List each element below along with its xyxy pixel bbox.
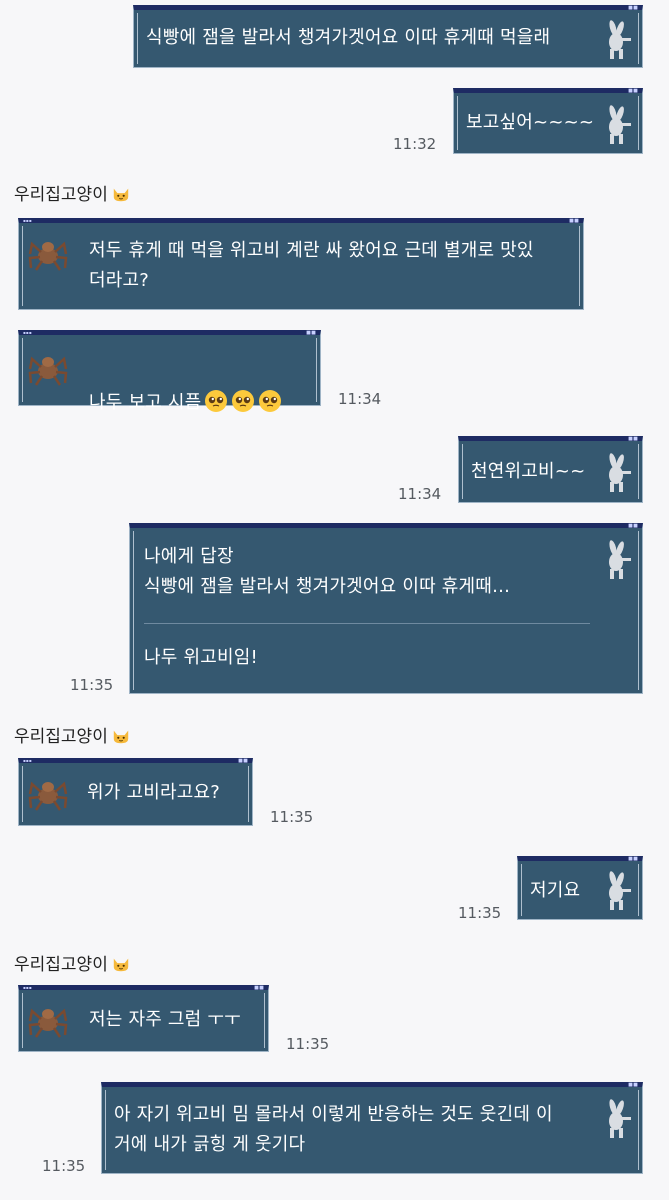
window-controls-icon: ■■ — [628, 436, 638, 442]
sender-name: 우리집고양이 — [14, 950, 131, 975]
bunny-icon — [608, 871, 631, 910]
window-controls-icon: ■■ — [569, 218, 579, 224]
message-text: 저두 휴게 때 먹을 위고비 계란 싸 왔어요 근데 별개로 맛있 더라고? — [89, 240, 534, 291]
window-controls-icon: ■■ — [254, 985, 264, 991]
message-text: 위가 고비라고요? — [87, 782, 220, 803]
message-text: 아 자기 위고비 밈 몰라서 이렇게 반응하는 것도 웃긴데 이 거에 내가 긁… — [114, 1104, 553, 1155]
outgoing-message-bubble[interactable]: ■■ 아 자기 위고비 밈 몰라서 이렇게 반응하는 것도 웃긴데 이 거에 내… — [101, 1082, 643, 1174]
message-time: 11:32 — [393, 135, 437, 153]
outgoing-message-bubble[interactable]: ■■ 보고싶어~~~~ — [453, 88, 643, 154]
message-text: 저는 자주 그럼 ㅜㅜ — [89, 1009, 241, 1030]
cat-face-icon — [113, 958, 129, 972]
window-controls-icon: ■■ — [628, 5, 638, 11]
sender-name-text: 우리집고양이 — [14, 185, 108, 205]
message-text: 보고싶어~~~~ — [466, 112, 595, 133]
message-time: 11:35 — [458, 904, 502, 922]
message-time: 11:34 — [338, 390, 382, 408]
sender-name: 우리집고양이 — [14, 722, 131, 747]
window-controls-icon: ■■ — [628, 88, 638, 94]
window-controls-icon: ■■ — [306, 330, 316, 336]
sender-name: 우리집고양이 — [14, 180, 131, 205]
outgoing-reply-bubble[interactable]: ■■ 나에게 답장 식빵에 잼을 발라서 챙겨가겟어요 이따 휴게때… 나두 위… — [129, 523, 643, 694]
message-time: 11:35 — [42, 1157, 86, 1175]
bunny-icon — [608, 453, 631, 492]
window-controls-icon: ■■ — [238, 758, 248, 764]
window-title-decor: ▪▪▪ — [23, 218, 32, 223]
outgoing-message-bubble[interactable]: ■■ 저기요 — [517, 856, 643, 920]
message-time: 11:35 — [70, 676, 114, 694]
pleading-face-icon — [258, 389, 283, 413]
bunny-icon — [608, 540, 631, 579]
message-text: 천연위고비~~ — [471, 461, 586, 482]
outgoing-message-bubble[interactable]: ■■ 식빵에 잼을 발라서 챙겨가겟어요 이따 휴게때 먹을래 — [133, 5, 643, 68]
window-title-decor: ▪▪▪ — [23, 758, 32, 763]
incoming-message-bubble[interactable]: ▪▪▪ ■■ 저는 자주 그럼 ㅜㅜ — [18, 985, 269, 1052]
outgoing-message-bubble[interactable]: ■■ 천연위고비~~ — [458, 436, 643, 503]
message-text: 저기요 — [530, 880, 581, 901]
spider-icon — [28, 1007, 68, 1039]
window-controls-icon: ■■ — [628, 856, 638, 862]
pleading-face-icon — [204, 389, 229, 413]
bunny-icon — [608, 105, 631, 144]
message-content: 나두 보고 시픔 — [89, 358, 283, 418]
quoted-message[interactable]: 식빵에 잼을 발라서 챙겨가겟어요 이따 휴게때… — [144, 572, 510, 602]
message-text: 나두 위고비임! — [144, 647, 258, 668]
window-title-decor: ▪▪▪ — [23, 330, 32, 335]
window-controls-icon: ■■ — [628, 1082, 638, 1088]
message-time: 11:35 — [270, 808, 314, 826]
spider-icon — [28, 240, 68, 272]
message-time: 11:34 — [398, 485, 442, 503]
incoming-message-bubble[interactable]: ▪▪▪ ■■ 저두 휴게 때 먹을 위고비 계란 싸 왔어요 근데 별개로 맛있… — [18, 218, 584, 310]
message-time: 11:35 — [286, 1035, 330, 1053]
spider-icon — [28, 780, 68, 812]
cat-face-icon — [113, 730, 129, 744]
pleading-face-icon — [231, 389, 256, 413]
cat-face-icon — [113, 188, 129, 202]
message-text: 나두 보고 시픔 — [89, 392, 202, 413]
message-text: 식빵에 잼을 발라서 챙겨가겟어요 이따 휴게때 먹을래 — [146, 27, 551, 48]
spider-icon — [28, 355, 68, 387]
window-controls-icon: ■■ — [628, 523, 638, 529]
sender-name-text: 우리집고양이 — [14, 727, 108, 747]
bunny-icon — [608, 20, 631, 59]
window-title-decor: ▪▪▪ — [23, 985, 32, 990]
reply-divider — [144, 623, 590, 624]
reply-label: 나에게 답장 — [144, 546, 234, 567]
bunny-icon — [608, 1099, 631, 1138]
incoming-message-bubble[interactable]: ▪▪▪ ■■ 위가 고비라고요? — [18, 758, 253, 826]
sender-name-text: 우리집고양이 — [14, 955, 108, 975]
incoming-message-bubble[interactable]: ▪▪▪ ■■ 나두 보고 시픔 — [18, 330, 321, 413]
